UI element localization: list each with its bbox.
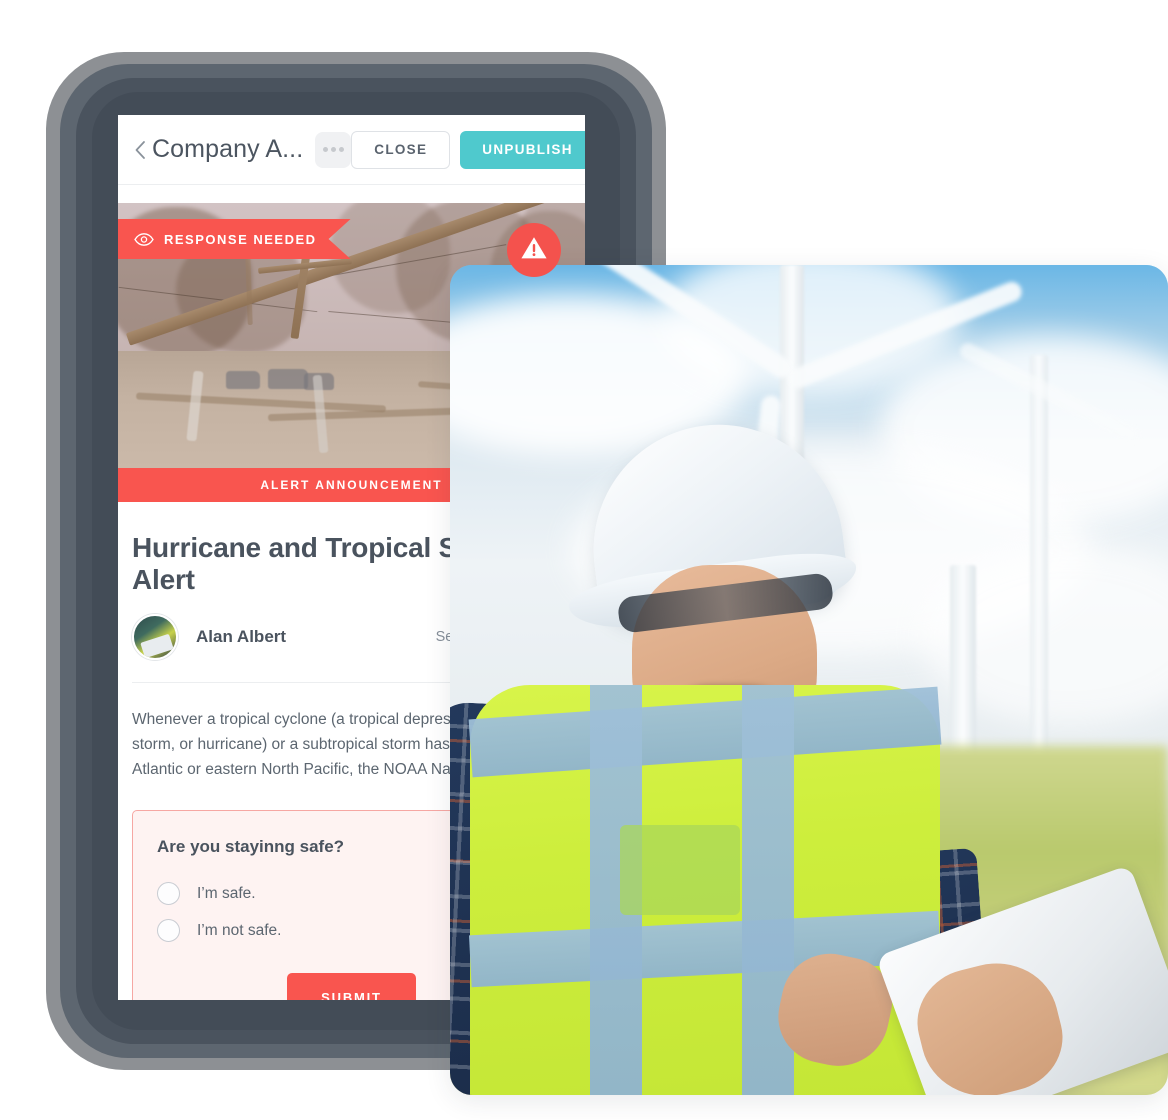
vest-stripe <box>468 686 942 778</box>
header-actions: CLOSE UNPUBLISH <box>351 130 585 169</box>
avatar <box>132 614 178 660</box>
response-needed-ribbon: RESPONSE NEEDED <box>118 219 351 259</box>
survey-option-label: I’m safe. <box>197 884 256 902</box>
more-options-button[interactable] <box>315 131 352 168</box>
warning-triangle-icon <box>520 235 548 266</box>
eye-icon <box>134 233 154 246</box>
ribbon-label: RESPONSE NEEDED <box>164 231 317 247</box>
radio-button-icon[interactable] <box>157 882 180 905</box>
submit-button[interactable]: SUBMIT <box>287 973 416 1000</box>
survey-option-label: I’m not safe. <box>197 921 282 939</box>
page-title: Company A... <box>152 135 304 163</box>
app-header: Company A... CLOSE UNPUBLISH <box>118 115 585 185</box>
screenshot-stage: Company A... CLOSE UNPUBLISH RESPONSE NE… <box>0 0 1168 1120</box>
car-shape <box>226 371 260 389</box>
vest-pocket <box>620 825 740 915</box>
ellipsis-icon <box>322 147 344 152</box>
alert-warning-badge[interactable] <box>507 223 561 277</box>
worker-photo <box>450 265 1168 1095</box>
author-name: Alan Albert <box>196 627 287 646</box>
car-shape <box>268 369 308 389</box>
radio-button-icon[interactable] <box>157 919 180 942</box>
chevron-left-icon <box>134 140 146 160</box>
back-button[interactable] <box>134 136 146 164</box>
close-button[interactable]: CLOSE <box>351 130 451 169</box>
unpublish-button[interactable]: UNPUBLISH <box>460 130 585 169</box>
